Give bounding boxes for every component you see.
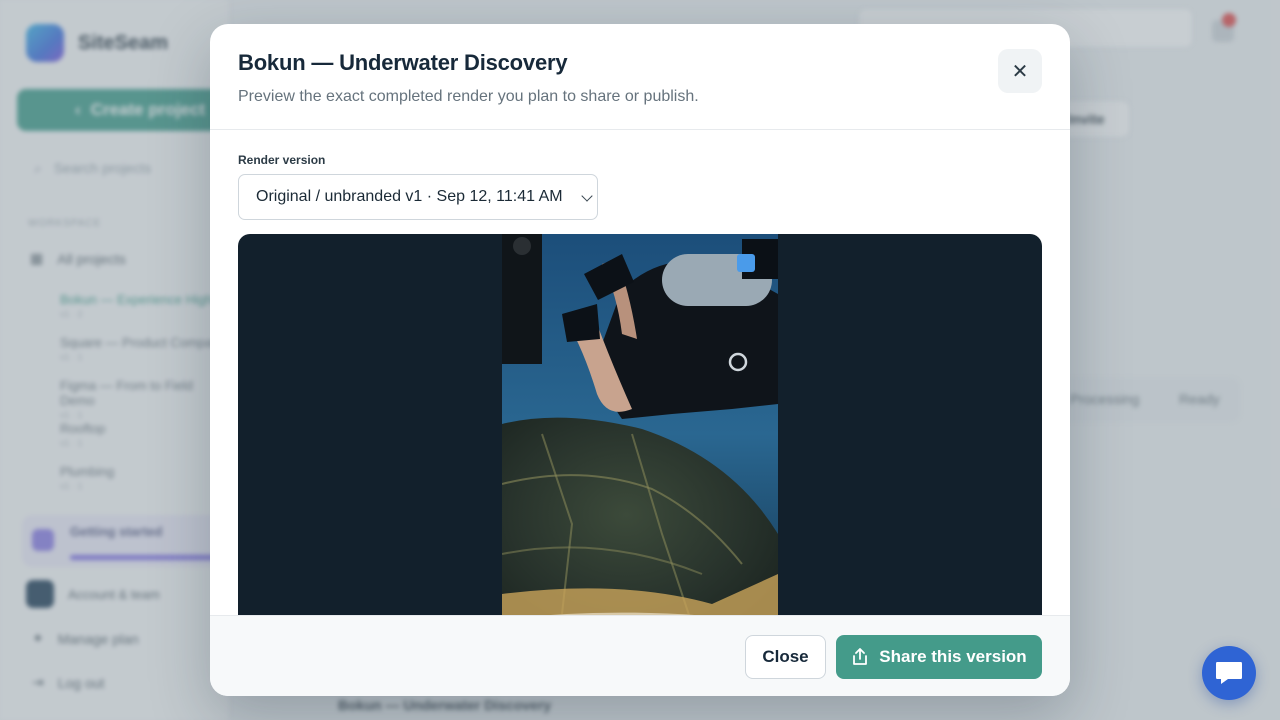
chat-launcher-button[interactable] [1202, 646, 1256, 700]
close-button[interactable]: Close [745, 635, 826, 679]
modal-subtitle: Preview the exact completed render you p… [238, 88, 699, 105]
modal-header: Bokun — Underwater Discovery Preview the… [210, 24, 1070, 130]
share-version-label: Share this version [879, 647, 1027, 666]
chevron-down-icon [581, 190, 593, 202]
modal-footer: Close Share this version [210, 615, 1070, 696]
render-version-select[interactable]: Original / unbranded v1 · Sep 12, 11:41 … [238, 174, 598, 220]
share-icon [853, 648, 868, 665]
modal-title: Bokun — Underwater Discovery [238, 50, 568, 75]
video-preview[interactable] [238, 234, 1042, 634]
close-icon: ✕ [1011, 59, 1029, 83]
render-preview-modal: Bokun — Underwater Discovery Preview the… [210, 24, 1070, 696]
render-version-label: Render version [238, 153, 326, 167]
share-version-button[interactable]: Share this version [836, 635, 1042, 679]
render-version-value: Original / unbranded v1 · Sep 12, 11:41 … [256, 188, 563, 205]
video-frame [502, 234, 778, 634]
chat-bubble-icon [1216, 662, 1242, 684]
close-icon-button[interactable]: ✕ [998, 49, 1042, 93]
